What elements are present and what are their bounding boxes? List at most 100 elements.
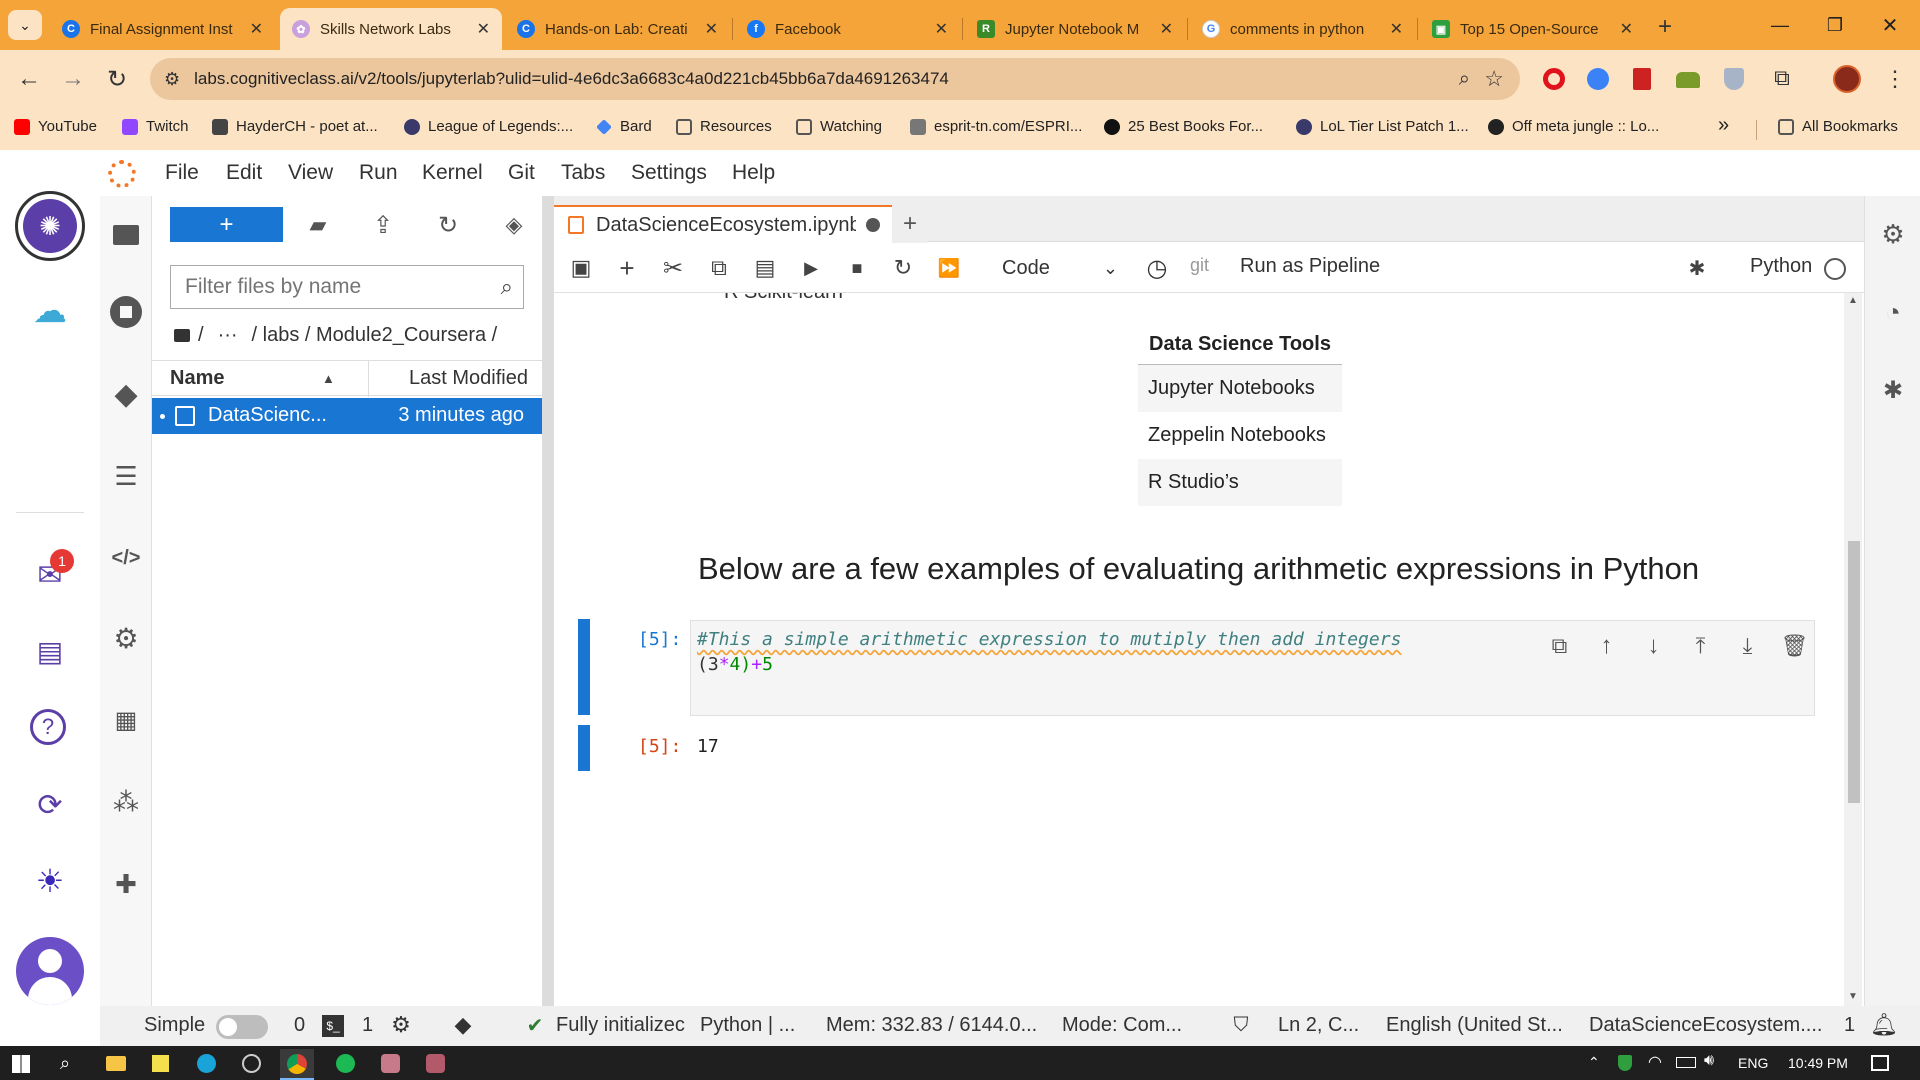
property-inspector-icon[interactable]: ▦	[110, 704, 142, 736]
security-tray-icon[interactable]	[1618, 1055, 1632, 1071]
folder-icon[interactable]	[108, 218, 144, 252]
file-row[interactable]: DataScienc... 3 minutes ago	[152, 398, 542, 434]
close-icon[interactable]: ✕	[1160, 19, 1173, 39]
minimize-button[interactable]: —	[1760, 10, 1800, 40]
code-snippets-icon[interactable]: </>	[108, 542, 144, 574]
simple-mode-toggle[interactable]	[216, 1015, 268, 1039]
debugger-icon[interactable]: ✱	[1877, 374, 1909, 406]
opera-extension-icon[interactable]	[1543, 68, 1565, 90]
bookmark-folder-watching[interactable]: Watching	[796, 118, 882, 135]
history-clock-icon[interactable]: ◷	[1142, 253, 1172, 283]
menu-help[interactable]: Help	[732, 161, 775, 185]
notification-center-icon[interactable]	[1871, 1055, 1889, 1071]
menu-run[interactable]: Run	[359, 161, 398, 185]
cut-icon[interactable]: ✂	[660, 255, 686, 282]
battery-icon[interactable]	[1676, 1057, 1696, 1068]
more-bookmarks-button[interactable]: »	[1718, 114, 1729, 137]
cell-active-bar[interactable]	[578, 619, 590, 715]
run-icon[interactable]: ▶	[798, 255, 824, 281]
menu-kernel[interactable]: Kernel	[422, 161, 483, 185]
dashboard-gauge-icon[interactable]: ◔	[1877, 296, 1909, 328]
kernel-name[interactable]: Python	[1750, 255, 1812, 278]
star-icon[interactable]: ☆	[1484, 66, 1504, 92]
move-down-icon[interactable]: ↓	[1630, 632, 1677, 660]
spellcheck-language[interactable]: English (United St...	[1386, 1014, 1563, 1037]
address-bar[interactable]: ⚙ labs.cognitiveclass.ai/v2/tools/jupyte…	[150, 58, 1520, 100]
input-language[interactable]: ENG	[1738, 1055, 1768, 1071]
insert-below-icon[interactable]: ⤓	[1724, 633, 1771, 659]
breadcrumb-ellipsis[interactable]: ···	[218, 324, 238, 347]
bookmark-league[interactable]: League of Legends:...	[404, 118, 573, 135]
menu-edit[interactable]: Edit	[226, 161, 262, 185]
filter-input[interactable]	[171, 267, 501, 307]
browser-tab-0[interactable]: C Final Assignment Inst ✕	[50, 8, 275, 50]
toc-icon[interactable]: ☰	[110, 460, 142, 492]
run-as-pipeline-button[interactable]: Run as Pipeline	[1240, 255, 1380, 278]
unsaved-dot-icon[interactable]	[866, 218, 880, 232]
duplicate-cell-icon[interactable]: ⧉	[1536, 633, 1583, 659]
close-icon[interactable]: ✕	[935, 19, 948, 39]
cursor-position[interactable]: Ln 2, C...	[1278, 1014, 1359, 1037]
chrome-icon[interactable]	[280, 1049, 314, 1080]
scroll-down-arrow[interactable]: ▼	[1848, 991, 1858, 1002]
extension-icon[interactable]	[1587, 68, 1609, 90]
bookmark-esprit[interactable]: esprit-tn.com/ESPRI...	[910, 118, 1082, 135]
restore-button[interactable]: ❐	[1815, 10, 1855, 40]
bell-icon[interactable]: 🔔︎	[1870, 1011, 1898, 1039]
bookmark-haydrch[interactable]: HayderCH - poet at...	[212, 118, 378, 135]
bookmark-lol-tier[interactable]: LoL Tier List Patch 1...	[1296, 118, 1469, 135]
skills-network-logo[interactable]: ✺	[15, 191, 85, 261]
bookmark-offmeta[interactable]: Off meta jungle :: Lo...	[1488, 118, 1659, 135]
move-up-icon[interactable]: ↑	[1583, 632, 1630, 660]
column-name[interactable]: Name	[170, 367, 224, 390]
new-tab-plus-button[interactable]: +	[892, 205, 928, 243]
app-icon[interactable]	[426, 1054, 445, 1073]
paste-icon[interactable]: ▤	[752, 255, 778, 281]
sticky-notes-icon[interactable]	[152, 1055, 169, 1072]
new-folder-icon[interactable]: ▰	[302, 210, 334, 240]
browser-tab-6[interactable]: ▣ Top 15 Open-Source ✕	[1420, 8, 1645, 50]
tray-chevron-icon[interactable]: ⌃	[1588, 1054, 1600, 1071]
output-active-bar[interactable]	[578, 725, 590, 771]
bookmark-folder-resources[interactable]: Resources	[676, 118, 772, 135]
extension-icon[interactable]	[1676, 72, 1700, 88]
bookmark-bard[interactable]: Bard	[596, 118, 652, 135]
extension-icon[interactable]	[1633, 68, 1651, 90]
help-icon[interactable]: ?	[30, 709, 66, 745]
refresh-icon[interactable]: ↻	[432, 210, 464, 240]
puzzle-icon[interactable]: ✚	[110, 868, 142, 900]
kernel-count[interactable]: 0	[294, 1014, 305, 1037]
git-status-icon[interactable]: ◆	[450, 1012, 476, 1038]
browser-menu-icon[interactable]: ⋮	[1880, 64, 1910, 94]
menu-settings[interactable]: Settings	[631, 161, 707, 185]
cell-type-select[interactable]: Code ⌄	[994, 251, 1124, 285]
app-icon[interactable]	[381, 1054, 400, 1073]
settings-gear-icon[interactable]: ⚙	[110, 622, 142, 654]
fast-forward-icon[interactable]: ⏩	[936, 255, 962, 281]
bookmark-youtube[interactable]: YouTube	[14, 118, 97, 135]
terminal-count[interactable]: 1	[362, 1014, 373, 1037]
extensions-grid-icon[interactable]: ⁂	[110, 786, 142, 818]
panel-divider[interactable]	[542, 196, 554, 1006]
copy-icon[interactable]: ⧉	[706, 255, 732, 281]
git-clone-icon[interactable]: ◈	[498, 210, 530, 240]
user-avatar[interactable]	[16, 937, 84, 1005]
home-folder-icon[interactable]	[174, 329, 190, 342]
scrollbar-thumb[interactable]	[1848, 541, 1860, 803]
spotify-icon[interactable]	[336, 1054, 355, 1073]
url-text[interactable]: labs.cognitiveclass.ai/v2/tools/jupyterl…	[194, 69, 949, 89]
notebook-tab[interactable]: DataScienceEcosystem.ipynb	[554, 205, 924, 243]
clock-time[interactable]: 10:49 PM	[1788, 1055, 1848, 1071]
new-tab-button[interactable]: +	[1650, 12, 1680, 42]
bookmark-twitch[interactable]: Twitch	[122, 118, 189, 135]
volume-icon[interactable]: 🔊︎	[1704, 1052, 1714, 1070]
column-last-modified[interactable]: Last Modified	[409, 367, 528, 390]
windows-start-icon[interactable]	[12, 1055, 30, 1073]
browser-tab-1[interactable]: ✿ Skills Network Labs ✕	[280, 8, 502, 50]
scroll-up-arrow[interactable]: ▲	[1848, 295, 1858, 306]
delete-cell-icon[interactable]: 🗑	[1771, 633, 1818, 659]
stop-icon[interactable]: ■	[844, 255, 870, 281]
breadcrumb-path[interactable]: / labs / Module2_Coursera /	[252, 324, 498, 347]
file-filter-box[interactable]: ⌕	[170, 265, 524, 309]
back-button[interactable]: ←	[12, 62, 46, 96]
